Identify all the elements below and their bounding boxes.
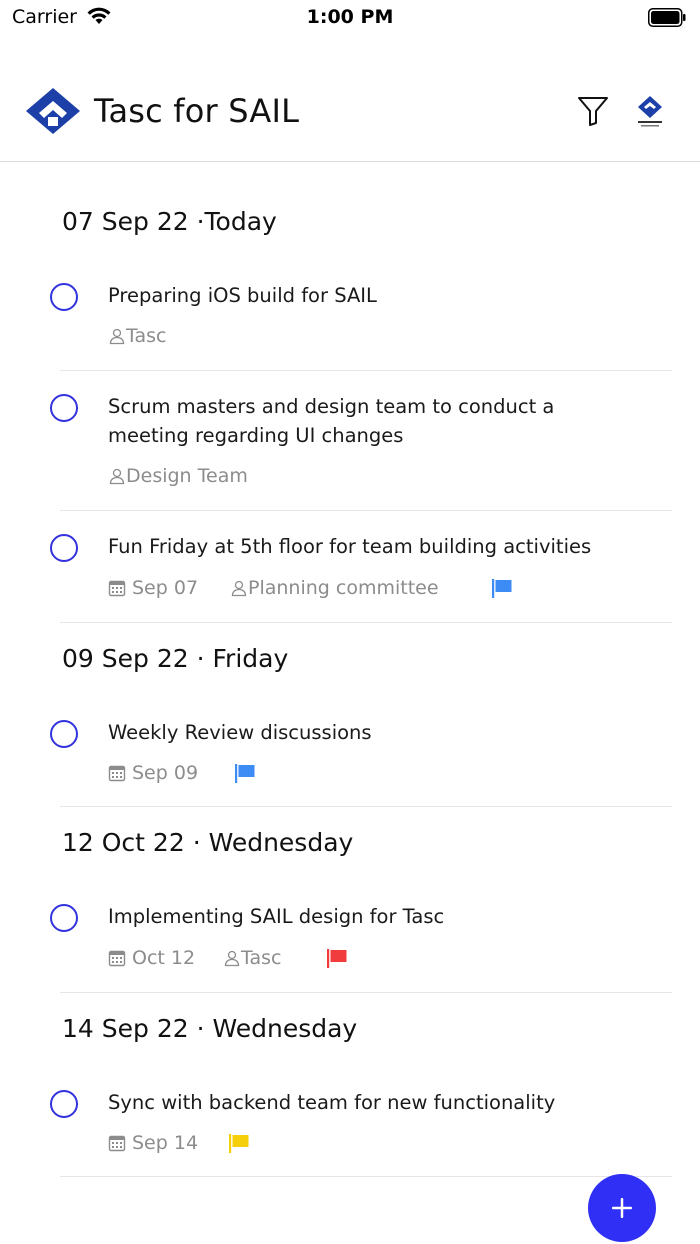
filter-icon (578, 97, 608, 126)
task-title: Weekly Review discussions (108, 721, 372, 744)
divider (60, 992, 672, 993)
divider (60, 370, 672, 371)
plus-icon (612, 1198, 632, 1218)
calendar-icon (108, 950, 126, 967)
assignee-label: Tasc (126, 325, 167, 347)
section-header: 07 Sep 22 ·Today (62, 207, 277, 236)
assignee-label: Design Team (126, 465, 248, 487)
person-icon (109, 468, 125, 485)
sail-logo-icon (638, 96, 662, 127)
flag-icon[interactable] (491, 577, 513, 599)
divider (60, 622, 672, 623)
section-header: 12 Oct 22 · Wednesday (62, 828, 354, 857)
assignee: Planning committee (230, 575, 439, 601)
assignee: Tasc (223, 945, 281, 971)
due-date: Oct 12 (108, 945, 195, 971)
task-title: Preparing iOS build for SAIL (108, 284, 377, 307)
due-date: Sep 07 (108, 575, 198, 601)
assignee-label: Tasc (241, 947, 282, 969)
task-title: Sync with backend team for new functiona… (108, 1091, 556, 1114)
task-title: Scrum masters and design team to conduct… (108, 395, 555, 447)
battery-icon (648, 8, 686, 27)
divider (60, 1176, 672, 1177)
status-time: 1:00 PM (306, 6, 394, 28)
assignee: Design Team (108, 463, 248, 489)
due-date-label: Sep 07 (132, 577, 199, 599)
task-checkbox[interactable] (50, 904, 78, 932)
sail-logo-icon (26, 88, 80, 134)
task-checkbox[interactable] (50, 1090, 78, 1118)
task-checkbox[interactable] (50, 720, 78, 748)
due-date: Sep 09 (108, 760, 198, 786)
task-checkbox[interactable] (50, 283, 78, 311)
task-title: Implementing SAIL design for Tasc (108, 905, 445, 928)
calendar-icon (108, 1135, 126, 1152)
app-header: Tasc for SAIL (0, 78, 700, 162)
flag-icon[interactable] (228, 1132, 250, 1154)
section-header: 09 Sep 22 · Friday (62, 644, 289, 673)
section-header: 14 Sep 22 · Wednesday (62, 1014, 358, 1043)
assignee-label: Planning committee (248, 577, 439, 599)
person-icon (231, 580, 247, 597)
person-icon (224, 950, 240, 967)
due-date-label: Sep 14 (132, 1132, 199, 1154)
profile-button[interactable] (630, 94, 670, 134)
task-title: Fun Friday at 5th floor for team buildin… (108, 535, 592, 558)
calendar-icon (108, 580, 126, 597)
task-checkbox[interactable] (50, 534, 78, 562)
flag-icon[interactable] (326, 947, 348, 969)
add-task-button[interactable] (588, 1174, 656, 1242)
status-bar: Carrier 1:00 PM (0, 0, 700, 36)
filter-button[interactable] (576, 94, 610, 128)
task-checkbox[interactable] (50, 394, 78, 422)
divider (60, 510, 672, 511)
flag-icon[interactable] (234, 762, 256, 784)
app-title: Tasc for SAIL (94, 92, 300, 130)
due-date-label: Oct 12 (132, 947, 196, 969)
person-icon (109, 328, 125, 345)
due-date-label: Sep 09 (132, 762, 199, 784)
calendar-icon (108, 765, 126, 782)
due-date: Sep 14 (108, 1130, 198, 1156)
divider (60, 806, 672, 807)
assignee: Tasc (108, 323, 166, 349)
